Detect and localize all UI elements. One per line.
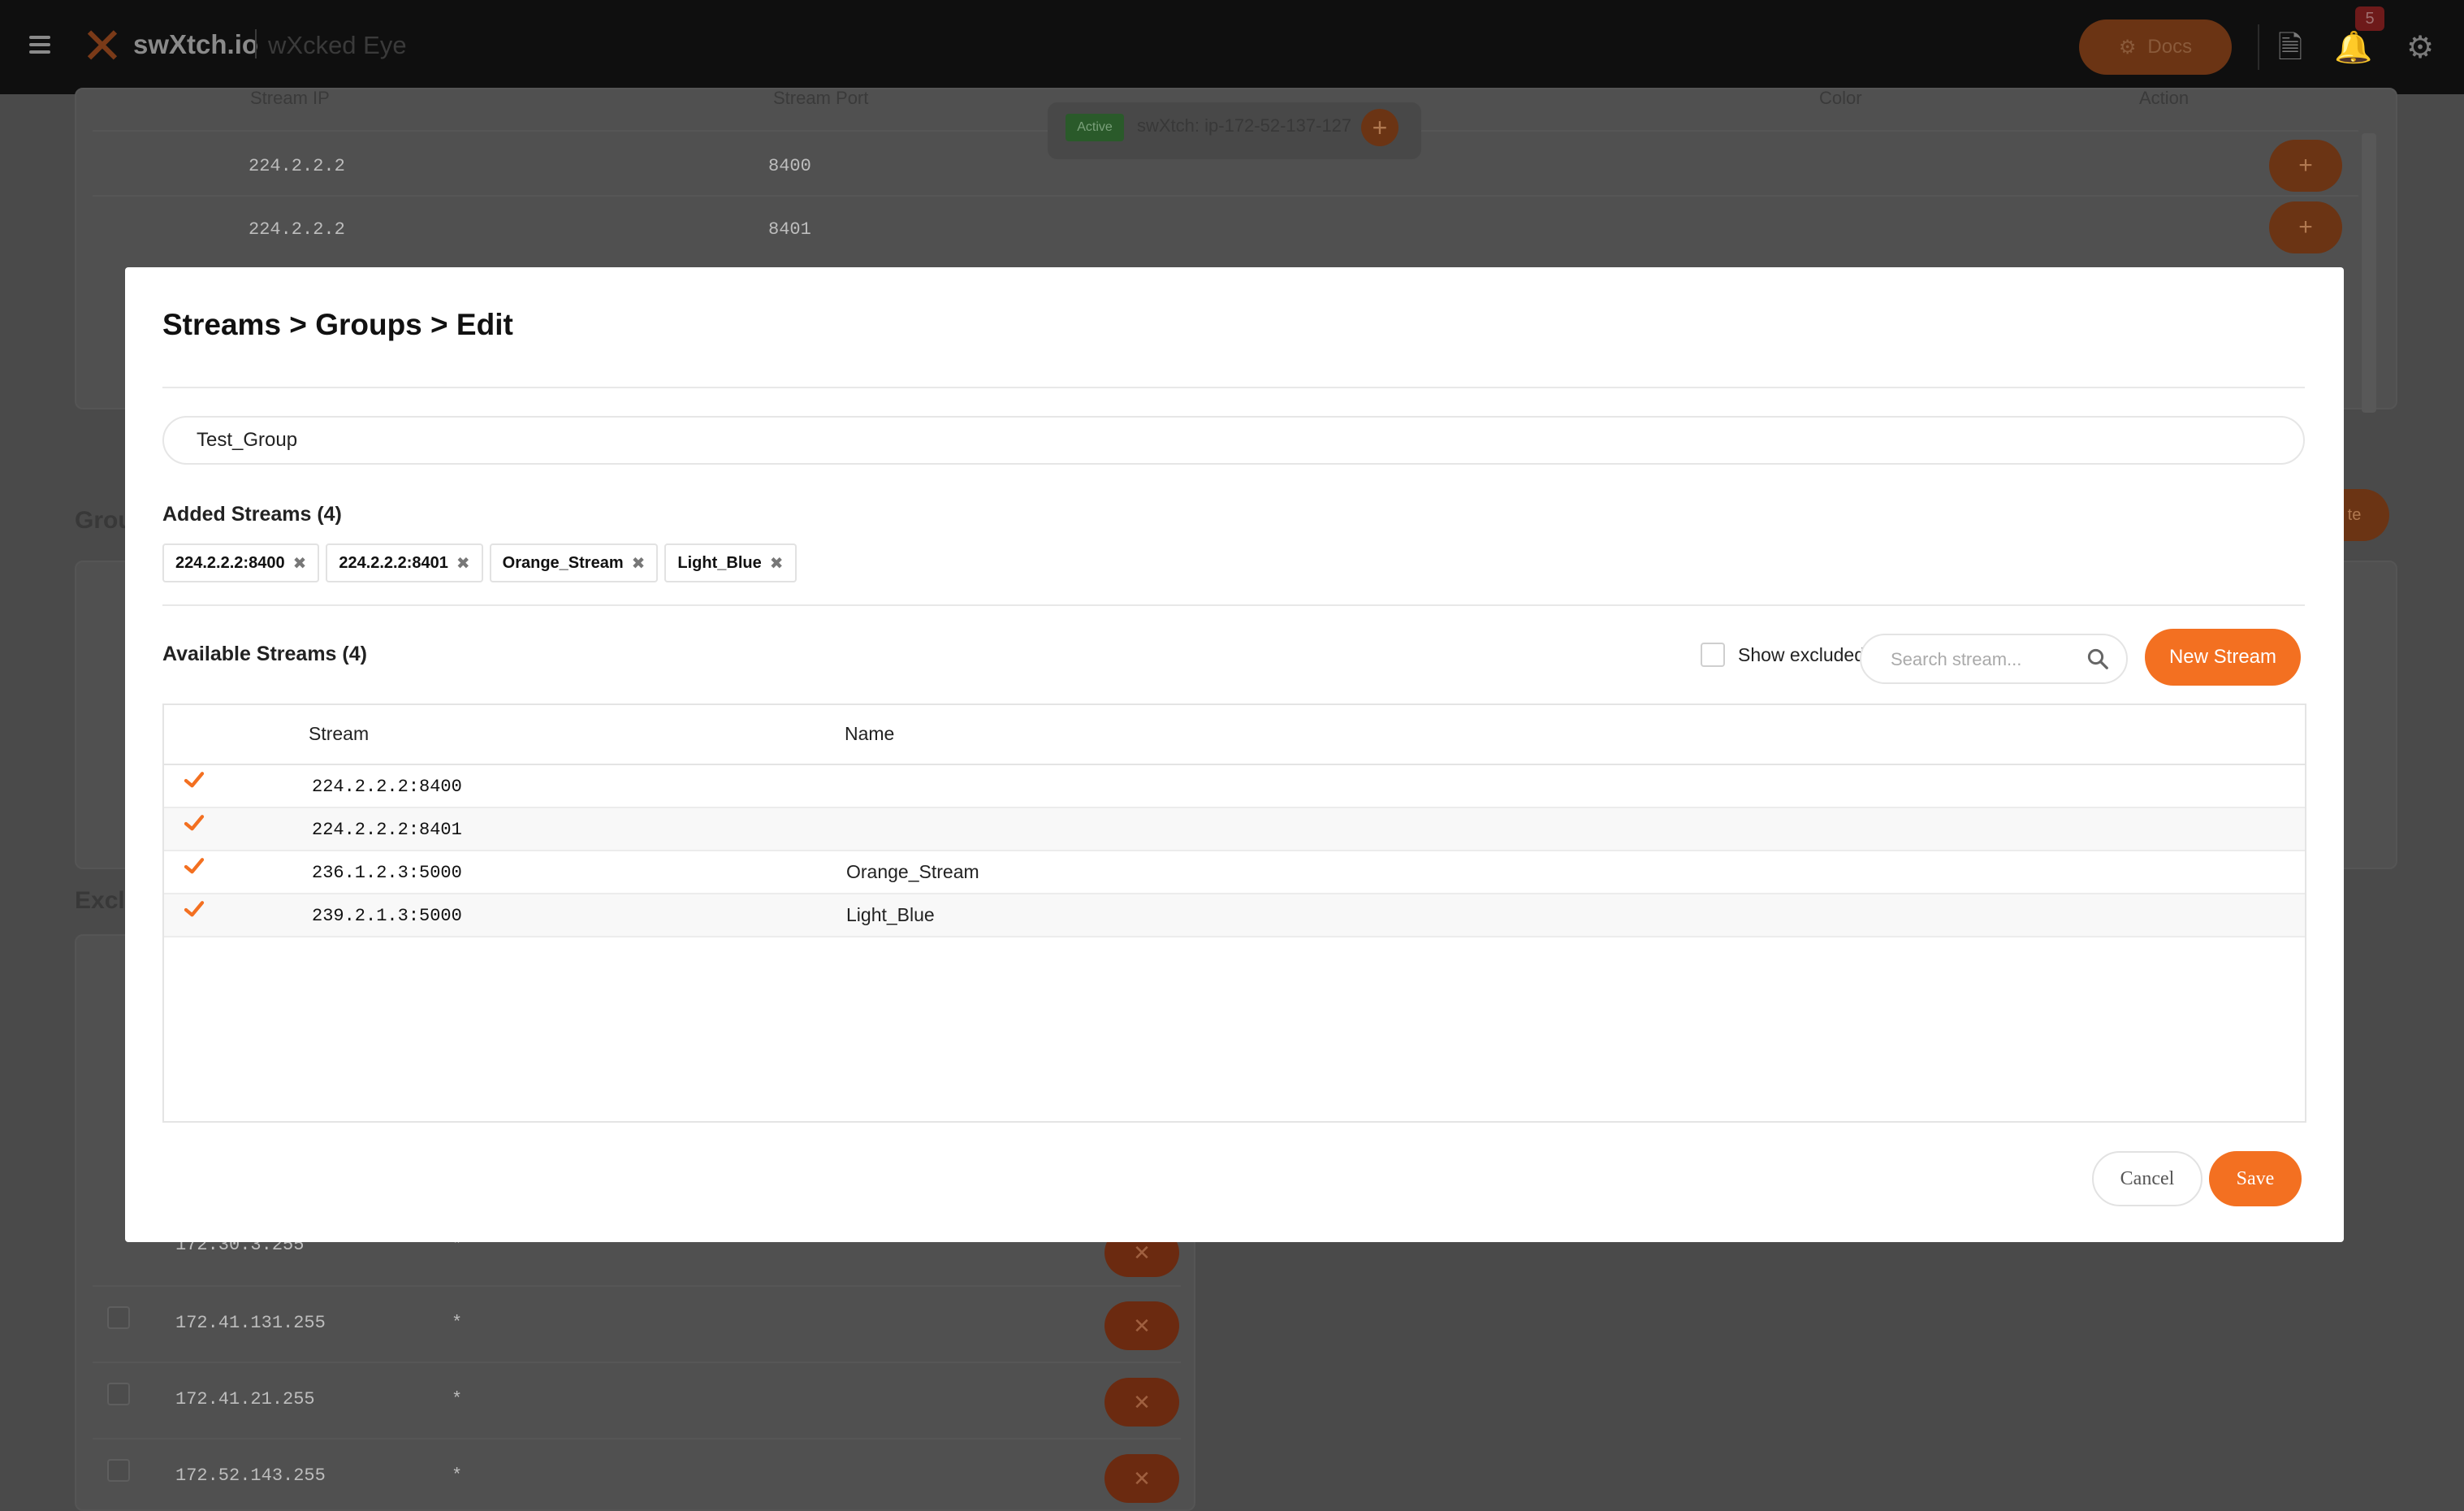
row-divider bbox=[93, 1362, 1181, 1363]
bg-excluded-port: * bbox=[452, 1466, 463, 1486]
added-stream-chip: 224.2.2.2:8401 ✖ bbox=[326, 543, 483, 582]
added-stream-chip: Orange_Stream ✖ bbox=[489, 543, 659, 582]
hamburger-menu-icon[interactable] bbox=[29, 36, 50, 54]
table-header: Stream Name bbox=[164, 705, 2305, 765]
chip-label: 224.2.2.2:8401 bbox=[339, 553, 448, 572]
col-header-action: Action bbox=[2139, 88, 2190, 108]
show-excluded-checkbox[interactable] bbox=[1701, 643, 1725, 667]
section-divider bbox=[162, 604, 2305, 606]
add-stream-button[interactable]: + bbox=[2269, 140, 2342, 192]
docs-label: Docs bbox=[2147, 36, 2193, 58]
bell-icon[interactable]: 🔔 bbox=[2334, 29, 2372, 65]
col-header-stream: Stream bbox=[309, 723, 370, 744]
added-streams-label: Added Streams (4) bbox=[162, 503, 342, 526]
available-streams-table: Stream Name 224.2.2.2:8400 224.2.2.2:840… bbox=[162, 704, 2306, 1123]
remove-chip-icon[interactable]: ✖ bbox=[456, 553, 470, 573]
col-header-stream-port: Stream Port bbox=[773, 88, 869, 108]
modal-title: Streams > Groups > Edit bbox=[162, 308, 513, 341]
title-divider bbox=[162, 387, 2305, 388]
stream-cell: 224.2.2.2:8400 bbox=[312, 777, 462, 797]
docs-button[interactable]: ⚙ Docs bbox=[2079, 19, 2232, 75]
bg-excluded-port: * bbox=[452, 1313, 463, 1333]
bg-stream-port: 8400 bbox=[768, 156, 811, 176]
add-stream-button[interactable]: + bbox=[2269, 201, 2342, 253]
chip-label: 224.2.2.2:8400 bbox=[175, 553, 285, 572]
row-divider bbox=[93, 195, 2358, 197]
chip-label: Light_Blue bbox=[677, 553, 762, 572]
row-divider bbox=[93, 1438, 1181, 1440]
group-name-input[interactable] bbox=[162, 416, 2305, 465]
document-icon[interactable]: 🗎 bbox=[2272, 29, 2308, 65]
checkmark-icon[interactable] bbox=[182, 768, 206, 793]
col-header-name: Name bbox=[845, 723, 895, 744]
bg-excluded-ip: 172.41.21.255 bbox=[175, 1389, 315, 1409]
remove-chip-icon[interactable]: ✖ bbox=[770, 553, 784, 573]
search-icon[interactable] bbox=[2086, 647, 2110, 671]
stream-search-box[interactable] bbox=[1860, 634, 2128, 684]
remove-excluded-button[interactable]: ✕ bbox=[1104, 1301, 1179, 1350]
bg-stream-ip: 224.2.2.2 bbox=[249, 156, 345, 176]
col-header-color: Color bbox=[1819, 88, 1862, 108]
remove-excluded-button[interactable]: ✕ bbox=[1104, 1378, 1179, 1427]
stream-search-input[interactable] bbox=[1891, 645, 2086, 674]
bg-stream-ip: 224.2.2.2 bbox=[249, 219, 345, 240]
groups-section-title: Grou bbox=[75, 507, 133, 534]
edit-group-modal: Streams > Groups > Edit Added Streams (4… bbox=[125, 267, 2344, 1242]
streams-scrollbar[interactable] bbox=[2362, 133, 2376, 413]
save-button[interactable]: Save bbox=[2209, 1151, 2302, 1206]
active-status-badge: Active bbox=[1066, 114, 1124, 141]
checkmark-icon[interactable] bbox=[182, 812, 206, 836]
excluded-row-checkbox[interactable] bbox=[107, 1459, 130, 1482]
remove-chip-icon[interactable]: ✖ bbox=[293, 553, 307, 573]
brand-divider bbox=[255, 29, 257, 58]
stream-cell: 224.2.2.2:8401 bbox=[312, 820, 462, 840]
swxtch-label: swXtch: ip-172-52-137-127 bbox=[1137, 115, 1352, 136]
checkmark-icon[interactable] bbox=[182, 898, 206, 922]
topbar-divider bbox=[2258, 24, 2259, 70]
top-navbar: ✕ swXtch.io wXcked Eye ⚙ Docs 🗎 🔔 5 ⚙ bbox=[0, 0, 2464, 94]
excluded-row-checkbox[interactable] bbox=[107, 1306, 130, 1329]
row-divider bbox=[93, 1285, 1181, 1287]
bg-stream-port: 8401 bbox=[768, 219, 811, 240]
table-row[interactable]: 239.2.1.3:5000 Light_Blue bbox=[164, 894, 2305, 937]
swxtch-logo-icon: ✕ bbox=[81, 16, 123, 76]
gear-icon[interactable]: ⚙ bbox=[2402, 29, 2438, 65]
col-header-stream-ip: Stream IP bbox=[250, 88, 330, 108]
cancel-button[interactable]: Cancel bbox=[2092, 1151, 2202, 1206]
new-stream-button[interactable]: New Stream bbox=[2145, 629, 2301, 686]
brand-name: swXtch.io bbox=[133, 29, 259, 59]
added-stream-chip: 224.2.2.2:8400 ✖ bbox=[162, 543, 320, 582]
table-row[interactable]: 224.2.2.2:8401 bbox=[164, 808, 2305, 851]
table-row[interactable]: 224.2.2.2:8400 bbox=[164, 765, 2305, 808]
notification-badge: 5 bbox=[2355, 6, 2384, 31]
remove-excluded-button[interactable]: ✕ bbox=[1104, 1454, 1179, 1503]
chip-label: Orange_Stream bbox=[502, 553, 624, 572]
table-row[interactable]: 236.1.2.3:5000 Orange_Stream bbox=[164, 851, 2305, 894]
excluded-row-checkbox[interactable] bbox=[107, 1383, 130, 1405]
added-streams-chips: 224.2.2.2:8400 ✖ 224.2.2.2:8401 ✖ Orange… bbox=[162, 543, 797, 582]
checkmark-icon[interactable] bbox=[182, 855, 206, 879]
stream-cell: 236.1.2.3:5000 bbox=[312, 863, 462, 883]
bg-excluded-ip: 172.41.131.255 bbox=[175, 1313, 326, 1333]
swxtch-add-button[interactable]: + bbox=[1361, 109, 1398, 146]
bg-excluded-ip: 172.52.143.255 bbox=[175, 1466, 326, 1486]
name-cell: Orange_Stream bbox=[846, 861, 979, 882]
name-cell: Light_Blue bbox=[846, 904, 935, 925]
bg-excluded-port: * bbox=[452, 1389, 463, 1409]
app-subtitle: wXcked Eye bbox=[268, 31, 407, 59]
added-stream-chip: Light_Blue ✖ bbox=[664, 543, 797, 582]
stream-cell: 239.2.1.3:5000 bbox=[312, 906, 462, 926]
docs-icon: ⚙ bbox=[2118, 36, 2137, 58]
available-streams-label: Available Streams (4) bbox=[162, 643, 367, 665]
remove-chip-icon[interactable]: ✖ bbox=[632, 553, 646, 573]
